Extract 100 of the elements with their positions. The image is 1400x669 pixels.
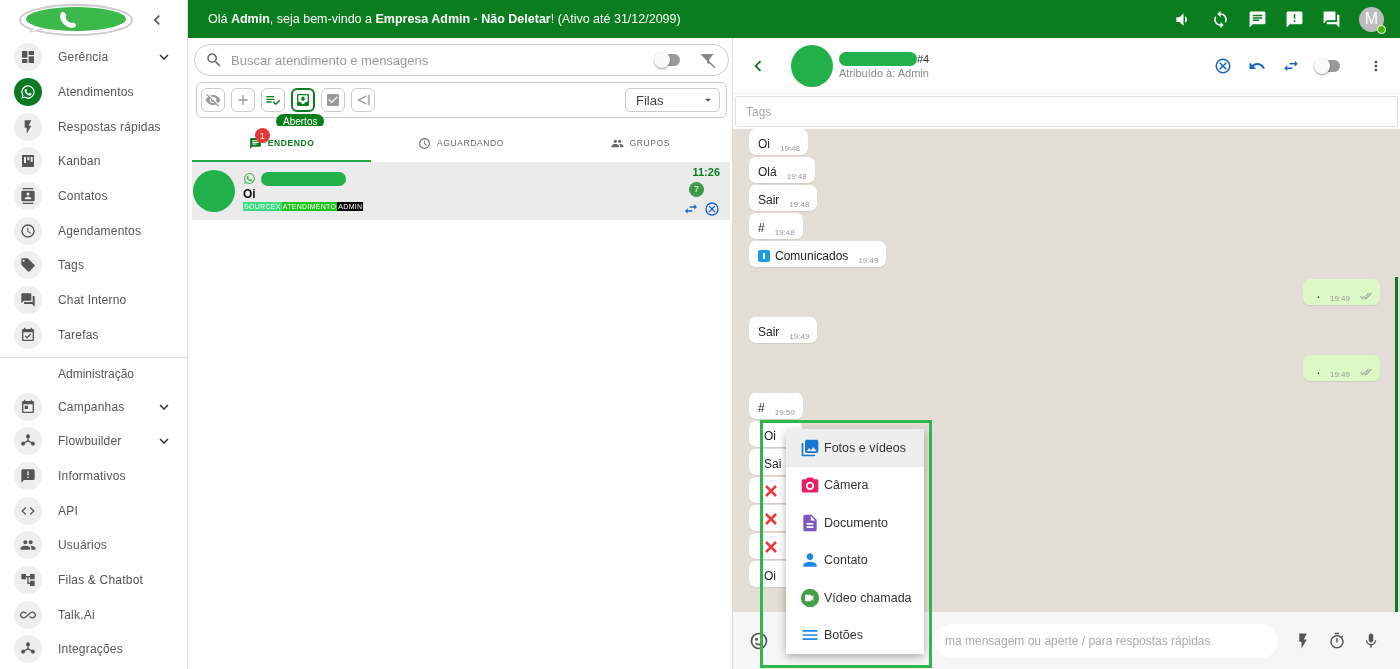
sidebar-item[interactable]: Flowbuilder (0, 423, 187, 459)
menu-item[interactable]: Documento (786, 504, 924, 542)
document-icon (800, 512, 820, 533)
message-time: 19:48 (786, 172, 807, 181)
menu-item[interactable]: Botões (786, 616, 924, 654)
message-text: Sai (764, 456, 783, 472)
close-icon[interactable] (1214, 56, 1232, 75)
toggle-switch[interactable] (1316, 59, 1340, 72)
calendar-check-icon (20, 326, 36, 343)
queue-select[interactable]: Filas (625, 88, 720, 112)
double-check-icon (1360, 290, 1372, 302)
sidebar-label: Usuários (58, 538, 108, 553)
sidebar-label: Agendamentos (58, 223, 143, 238)
tab[interactable]: ENDENDO 1 (192, 126, 372, 162)
camera-icon (800, 475, 820, 496)
chat-bubbles-icon[interactable] (1322, 9, 1341, 29)
avatar-placeholder (193, 170, 235, 212)
sidebar-item[interactable]: Campanhas (0, 389, 187, 424)
sidebar-label: Tags (58, 258, 86, 273)
sidebar-item[interactable]: Tarefas (0, 317, 187, 353)
ticket-time: 11:26 (692, 165, 720, 178)
close-icon[interactable] (704, 200, 720, 217)
sidebar-item[interactable]: Atendimentos (0, 74, 187, 110)
search-field[interactable]: Buscar atendimento e mensagens (229, 51, 650, 69)
cross-icon (764, 511, 778, 526)
menu-item[interactable]: Fotos e vídeos (786, 429, 924, 467)
message-text: Sair (758, 324, 780, 340)
sidebar-item[interactable]: Chat Interno (0, 282, 187, 318)
flowchart-icon (20, 571, 36, 588)
unread-badge: 7 (689, 181, 704, 197)
sidebar-item[interactable]: Kanban (0, 144, 187, 179)
list-icon (758, 250, 770, 262)
scrollbar-thumb[interactable] (1395, 277, 1398, 612)
sync-icon[interactable] (1211, 9, 1230, 29)
tag-icon (20, 257, 36, 274)
ticket-number: #4 (917, 53, 930, 65)
sidebar-item[interactable]: Informativos (0, 458, 187, 494)
alert-message-icon[interactable] (1285, 9, 1304, 29)
chat-icon[interactable] (1248, 9, 1267, 29)
send-back-icon (355, 92, 371, 108)
menu-item[interactable]: Vídeo chamada (786, 579, 924, 617)
toggle-switch[interactable] (656, 54, 680, 66)
clock-icon (418, 136, 431, 150)
sidebar-item[interactable]: Contatos (0, 178, 187, 214)
timer-icon[interactable] (1328, 631, 1346, 650)
clock-icon (20, 222, 36, 239)
sidebar-item[interactable]: Talk.Ai (0, 597, 187, 632)
sidebar-item[interactable]: Usuários (0, 527, 187, 563)
message-text: Olá (758, 164, 777, 180)
sidebar-item[interactable]: Tags (0, 248, 187, 283)
inbox-icon (295, 92, 311, 108)
sidebar-label: Chat Interno (58, 293, 128, 308)
checkbox-icon (325, 92, 341, 108)
calendar-icon (20, 398, 36, 415)
sidebar-label: Kanban (58, 154, 102, 169)
section-title: Administração (57, 366, 136, 384)
sidebar-item[interactable]: API (0, 493, 187, 528)
menu-item[interactable]: Contato (786, 541, 924, 579)
message-time: 19:48 (774, 228, 795, 237)
sidebar-label: Atendimentos (58, 85, 135, 100)
avatar-placeholder (791, 44, 833, 87)
message-time: 19:49 (1329, 294, 1350, 303)
contact-card-icon (20, 188, 36, 205)
sidebar-item[interactable]: Agendamentos (0, 213, 187, 249)
cross-icon (764, 483, 778, 498)
sidebar-item[interactable]: Respostas rápidas (0, 109, 187, 145)
message-text: Oi (758, 136, 770, 152)
kanban-icon (20, 153, 36, 170)
message-text: Sair (758, 192, 780, 208)
message-text: . (1316, 286, 1320, 302)
whatsapp-icon (20, 84, 36, 101)
whatsapp-icon (243, 172, 256, 185)
menu-item[interactable]: Câmera (786, 466, 924, 504)
message-time: 19:49 (858, 256, 879, 265)
message-time: 19:48 (780, 144, 801, 153)
filter-off-icon[interactable] (700, 51, 718, 69)
sidebar-label: Filas & Chatbot (58, 572, 145, 587)
sidebar-label: Gerência (58, 50, 110, 65)
tags-field[interactable]: Tags (735, 96, 1398, 127)
message-text: . (1316, 362, 1320, 378)
message-text: Oi (764, 428, 777, 444)
message-text: # (758, 400, 765, 416)
sidebar-label: Flowbuilder (58, 434, 123, 449)
toolbar-button[interactable] (291, 88, 315, 112)
sidebar-label: Integrações (58, 642, 124, 657)
greeting-text: Olá Admin, seja bem-vindo a Empresa Admin - Não Deletar! (Ativo até 31/12/2099) (208, 12, 682, 26)
message-time: 19:49 (1329, 370, 1350, 379)
eye-off-icon (205, 92, 221, 108)
sidebar-label: Respostas rápidas (58, 119, 162, 134)
message-time: 19:50 (774, 408, 795, 417)
emoji-icon[interactable] (749, 630, 769, 651)
sidebar-item[interactable]: Gerência (0, 40, 187, 75)
sidebar-item[interactable]: Filas & Chatbot (0, 562, 187, 598)
message-field[interactable]: ma mensagem ou aperte / para respostas rápidas (935, 623, 1278, 658)
sidebar-label: Contatos (58, 189, 109, 204)
message-time: 19:48 (789, 200, 810, 209)
alert-message-icon (20, 467, 36, 484)
sidebar-item[interactable]: Integrações (0, 632, 187, 667)
message-time: 19:49 (789, 332, 810, 341)
sidebar-label: Tarefas (58, 327, 100, 342)
